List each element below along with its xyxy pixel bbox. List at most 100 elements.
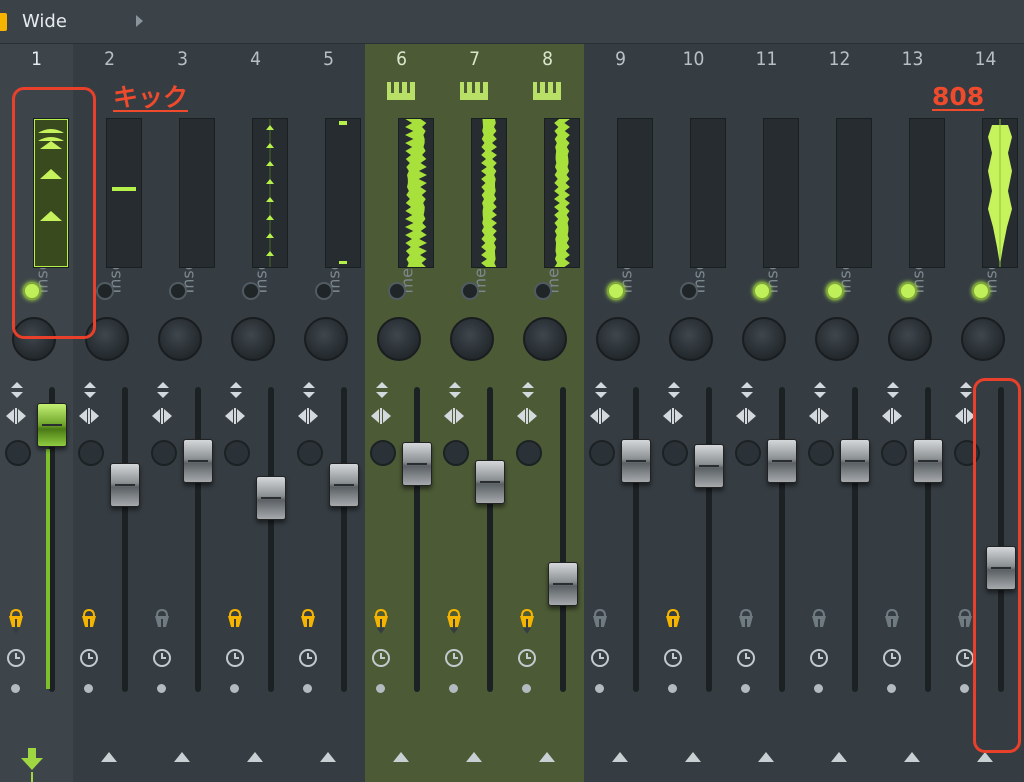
volume-fader[interactable] [475, 460, 505, 505]
route-dot[interactable] [84, 684, 93, 693]
fader-track[interactable] [852, 387, 858, 692]
mute-led[interactable] [315, 282, 333, 300]
swap-up-down-icon[interactable] [739, 381, 755, 399]
swap-up-down-icon[interactable] [958, 381, 974, 399]
swap-up-down-icon[interactable] [9, 381, 25, 399]
swap-up-down-icon[interactable] [520, 381, 536, 399]
strip-header[interactable]: 5 [292, 44, 365, 108]
stereo-knob[interactable] [589, 440, 615, 466]
strip-header[interactable]: 4 [219, 44, 292, 108]
stereo-knob[interactable] [516, 440, 542, 466]
send-arrow-icon[interactable] [664, 608, 682, 634]
pan-knob[interactable] [669, 317, 713, 361]
clock-icon[interactable] [225, 648, 245, 668]
route-up-arrow-icon[interactable] [685, 752, 701, 762]
mute-led[interactable] [461, 282, 479, 300]
volume-fader[interactable] [767, 439, 797, 484]
fader-track[interactable] [633, 387, 639, 692]
expand-arrow-icon[interactable] [136, 15, 143, 27]
stereo-separation-icon[interactable] [443, 407, 465, 425]
send-arrow-icon[interactable] [883, 608, 901, 634]
route-up-arrow-icon[interactable] [393, 752, 409, 762]
strip-header[interactable]: 9 [584, 44, 657, 108]
pan-knob[interactable] [158, 317, 202, 361]
fader-track[interactable] [341, 387, 347, 692]
stereo-knob[interactable] [78, 440, 104, 466]
volume-fader[interactable] [183, 439, 213, 484]
clock-icon[interactable] [809, 648, 829, 668]
mute-led[interactable] [607, 282, 625, 300]
volume-fader[interactable] [840, 439, 870, 484]
volume-fader[interactable] [548, 561, 578, 606]
stereo-knob[interactable] [443, 440, 469, 466]
mute-led[interactable] [899, 282, 917, 300]
clock-icon[interactable] [371, 648, 391, 668]
stereo-knob[interactable] [735, 440, 761, 466]
strip-header[interactable]: 7 [438, 44, 511, 108]
mixer-strip-7[interactable]: 7 mel [438, 44, 511, 782]
mixer-strip-8[interactable]: 8 mel [511, 44, 584, 782]
send-arrow-icon[interactable] [299, 608, 317, 634]
mixer-strip-3[interactable]: 3Insert 3 [146, 44, 219, 782]
pan-knob[interactable] [523, 317, 567, 361]
send-arrow-icon[interactable] [956, 608, 974, 634]
stereo-knob[interactable] [224, 440, 250, 466]
route-down-arrow-icon[interactable] [21, 748, 43, 782]
stereo-separation-icon[interactable] [808, 407, 830, 425]
mixer-strip-11[interactable]: 11Insert 11 [730, 44, 803, 782]
swap-up-down-icon[interactable] [374, 381, 390, 399]
fader-track[interactable] [560, 387, 566, 692]
stereo-separation-icon[interactable] [735, 407, 757, 425]
pan-knob[interactable] [304, 317, 348, 361]
clock-icon[interactable] [517, 648, 537, 668]
swap-up-down-icon[interactable] [82, 381, 98, 399]
preset-title[interactable]: Wide [22, 11, 67, 32]
mute-led[interactable] [680, 282, 698, 300]
send-arrow-icon[interactable] [80, 608, 98, 634]
route-up-arrow-icon[interactable] [101, 752, 117, 762]
mute-led[interactable] [169, 282, 187, 300]
route-dot[interactable] [230, 684, 239, 693]
route-up-arrow-icon[interactable] [320, 752, 336, 762]
send-arrow-icon[interactable] [445, 608, 463, 634]
stereo-separation-icon[interactable] [881, 407, 903, 425]
clock-icon[interactable] [152, 648, 172, 668]
route-dot[interactable] [595, 684, 604, 693]
pan-knob[interactable] [815, 317, 859, 361]
stereo-knob[interactable] [151, 440, 177, 466]
stereo-separation-icon[interactable] [589, 407, 611, 425]
send-arrow-icon[interactable] [153, 608, 171, 634]
swap-up-down-icon[interactable] [593, 381, 609, 399]
pan-knob[interactable] [596, 317, 640, 361]
volume-fader[interactable] [110, 462, 140, 507]
mute-led[interactable] [534, 282, 552, 300]
route-dot[interactable] [376, 684, 385, 693]
pan-knob[interactable] [742, 317, 786, 361]
stereo-knob[interactable] [881, 440, 907, 466]
fader-track[interactable] [268, 387, 274, 692]
volume-fader[interactable] [402, 441, 432, 486]
fader-track[interactable] [779, 387, 785, 692]
stereo-knob[interactable] [5, 440, 31, 466]
route-up-arrow-icon[interactable] [612, 752, 628, 762]
mute-led[interactable] [388, 282, 406, 300]
mute-led[interactable] [826, 282, 844, 300]
clock-icon[interactable] [736, 648, 756, 668]
volume-fader[interactable] [329, 462, 359, 507]
route-dot[interactable] [449, 684, 458, 693]
stereo-separation-icon[interactable] [662, 407, 684, 425]
route-dot[interactable] [522, 684, 531, 693]
route-up-arrow-icon[interactable] [904, 752, 920, 762]
stereo-separation-icon[interactable] [151, 407, 173, 425]
route-dot[interactable] [814, 684, 823, 693]
stereo-separation-icon[interactable] [5, 407, 27, 425]
mute-led[interactable] [242, 282, 260, 300]
mixer-strip-5[interactable]: 5Insert 5 [292, 44, 365, 782]
route-dot[interactable] [887, 684, 896, 693]
strip-header[interactable]: 8 [511, 44, 584, 108]
route-up-arrow-icon[interactable] [758, 752, 774, 762]
mute-led[interactable] [753, 282, 771, 300]
clock-icon[interactable] [444, 648, 464, 668]
fader-track[interactable] [122, 387, 128, 692]
route-up-arrow-icon[interactable] [466, 752, 482, 762]
